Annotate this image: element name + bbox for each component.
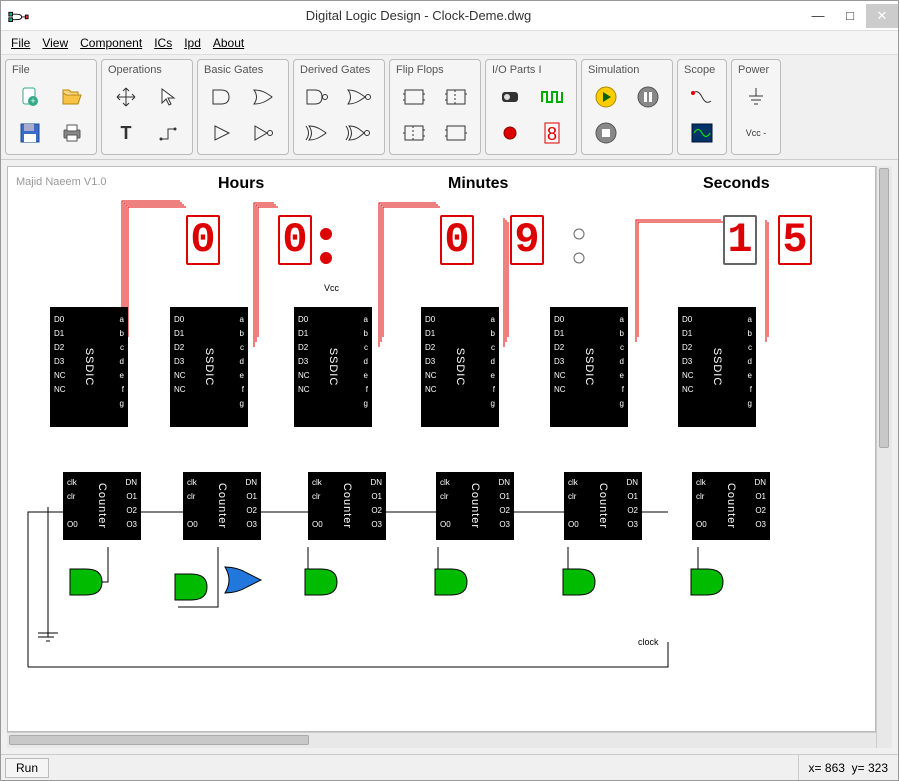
and-gate-1[interactable] [68, 567, 104, 597]
ssdic-chip-5[interactable]: SSDIC D0D1D2D3NCNC abcdefg [550, 307, 628, 427]
nor-gate-icon[interactable] [340, 80, 380, 114]
counter-chip-4[interactable]: Counter clkclrO0 DNO1O2O3 [436, 472, 514, 540]
digit-seconds-ones: 5 [778, 215, 812, 265]
counter-chip-1[interactable]: Counter clkclrO0 DNO1O2O3 [63, 472, 141, 540]
pointer-icon[interactable] [148, 80, 188, 114]
toolgroup-flip-flops: Flip Flops [389, 59, 481, 155]
text-icon[interactable]: T [106, 116, 146, 150]
flipflop-4-icon[interactable] [436, 116, 476, 150]
counter-chip-3[interactable]: Counter clkclrO0 DNO1O2O3 [308, 472, 386, 540]
toolgroup-power: Power Vcc - [731, 59, 781, 155]
ssdic-chip-6[interactable]: SSDIC D0D1D2D3NCNC abcdefg [678, 307, 756, 427]
minimize-button[interactable]: — [802, 4, 834, 28]
or-gate-1[interactable] [223, 565, 263, 595]
clock-label: clock [638, 637, 659, 647]
run-status: Run [5, 758, 49, 778]
and-gate-icon[interactable] [202, 80, 242, 114]
flipflop-1-icon[interactable] [394, 80, 434, 114]
ssdic-chip-1[interactable]: SSDIC D0D1D2D3NCNC abcdefg [50, 307, 128, 427]
digit-hours-ones: 0 [278, 215, 312, 265]
menu-view[interactable]: View [38, 36, 72, 50]
statusbar: Run x= 863 y= 323 [1, 754, 898, 780]
toolgroup-io-parts: I/O Parts I 8 [485, 59, 577, 155]
digit-minutes-tens: 0 [440, 215, 474, 265]
toolgroup-scope: Scope [677, 59, 727, 155]
section-minutes: Minutes [448, 175, 508, 193]
digit-seconds-tens: 1 [723, 215, 757, 265]
ssdic-chip-2[interactable]: SSDIC D0D1D2D3NCNC abcdefg [170, 307, 248, 427]
section-seconds: Seconds [703, 175, 770, 193]
credit-label: Majid Naeem V1.0 [16, 175, 107, 189]
vcc-icon[interactable]: Vcc - [736, 116, 776, 150]
app-logo-icon [7, 5, 29, 27]
svg-text:8: 8 [547, 124, 557, 144]
flipflop-3-icon[interactable] [394, 116, 434, 150]
menu-file[interactable]: File [7, 36, 34, 50]
print-icon[interactable] [52, 116, 92, 150]
led-icon[interactable] [490, 116, 530, 150]
toolbar: File + Operations T Basic Gates Derived … [1, 55, 898, 160]
pause-icon[interactable] [628, 80, 668, 114]
or-gate-icon[interactable] [244, 80, 284, 114]
counter-chip-2[interactable]: Counter clkclrO0 DNO1O2O3 [183, 472, 261, 540]
toolgroup-simulation: Simulation [581, 59, 673, 155]
oscilloscope-icon[interactable] [682, 116, 722, 150]
xnor-gate-icon[interactable] [340, 116, 380, 150]
window-title: Digital Logic Design - Clock-Deme.dwg [35, 8, 802, 23]
schematic-canvas[interactable]: Majid Naeem V1.0 Hours Minutes Seconds V… [7, 166, 876, 732]
flipflop-2-icon[interactable] [436, 80, 476, 114]
buffer-gate-icon[interactable] [202, 116, 242, 150]
and-gate-3[interactable] [303, 567, 339, 597]
toolgroup-basic-gates: Basic Gates [197, 59, 289, 155]
cursor-coords: x= 863 y= 323 [798, 755, 898, 780]
colon-2-icon [571, 222, 591, 272]
ssdic-chip-3[interactable]: SSDIC D0D1D2D3NCNC abcdefg [294, 307, 372, 427]
and-gate-2[interactable] [173, 572, 209, 602]
counter-chip-6[interactable]: Counter clkclrO0 DNO1O2O3 [692, 472, 770, 540]
vertical-scrollbar[interactable] [876, 166, 892, 748]
nand-gate-icon[interactable] [298, 80, 338, 114]
not-gate-icon[interactable] [244, 116, 284, 150]
section-hours: Hours [218, 175, 264, 193]
svg-text:+: + [30, 96, 35, 106]
vcc-label: Vcc [324, 283, 339, 293]
svg-text:T: T [121, 123, 132, 143]
clock-signal-icon[interactable] [532, 80, 572, 114]
menu-ics[interactable]: ICs [150, 36, 176, 50]
open-file-icon[interactable] [52, 80, 92, 114]
play-icon[interactable] [586, 80, 626, 114]
menubar: File View Component ICs Ipd About [1, 31, 898, 55]
save-file-icon[interactable] [10, 116, 50, 150]
maximize-button[interactable]: □ [834, 4, 866, 28]
and-gate-6[interactable] [689, 567, 725, 597]
digit-hours-tens: 0 [186, 215, 220, 265]
move-icon[interactable] [106, 80, 146, 114]
ssdic-chip-4[interactable]: SSDIC D0D1D2D3NCNC abcdefg [421, 307, 499, 427]
canvas-area: Majid Naeem V1.0 Hours Minutes Seconds V… [1, 160, 898, 754]
toolgroup-operations: Operations T [101, 59, 193, 155]
horizontal-scrollbar[interactable] [7, 732, 876, 748]
counter-chip-5[interactable]: Counter clkclrO0 DNO1O2O3 [564, 472, 642, 540]
and-gate-4[interactable] [433, 567, 469, 597]
toolgroup-derived-gates: Derived Gates [293, 59, 385, 155]
menu-about[interactable]: About [209, 36, 248, 50]
stop-icon[interactable] [586, 116, 626, 150]
switch-icon[interactable] [490, 80, 530, 114]
menu-ipd[interactable]: Ipd [180, 36, 205, 50]
xor-gate-icon[interactable] [298, 116, 338, 150]
toolgroup-file: File + [5, 59, 97, 155]
seven-segment-icon[interactable]: 8 [532, 116, 572, 150]
menu-component[interactable]: Component [76, 36, 146, 50]
digit-minutes-ones: 9 [510, 215, 544, 265]
and-gate-5[interactable] [561, 567, 597, 597]
titlebar: Digital Logic Design - Clock-Deme.dwg — … [1, 1, 898, 31]
new-file-icon[interactable]: + [10, 80, 50, 114]
close-button[interactable]: ✕ [866, 4, 898, 28]
ground-icon[interactable] [736, 80, 776, 114]
colon-1-icon [318, 222, 338, 272]
wire-icon[interactable] [148, 116, 188, 150]
probe-icon[interactable] [682, 80, 722, 114]
